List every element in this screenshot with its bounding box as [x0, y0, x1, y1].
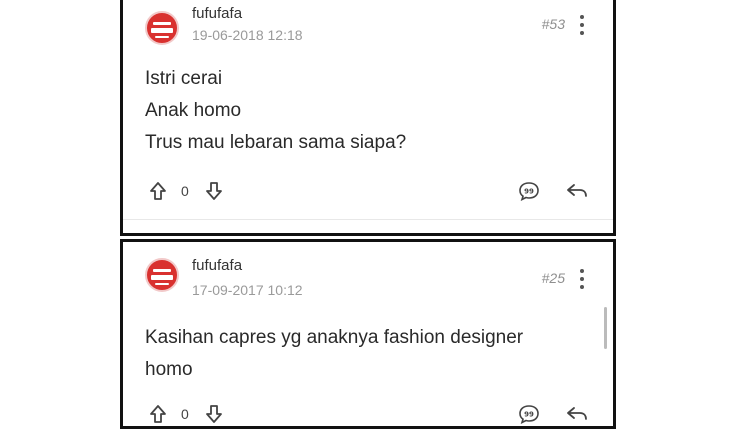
post-timestamp: 19-06-2018 12:18	[192, 27, 303, 43]
post-actions: 0 99	[123, 400, 613, 430]
username[interactable]: fufufafa	[192, 257, 242, 274]
downvote-arrow-icon[interactable]	[205, 404, 223, 424]
downvote-arrow-icon[interactable]	[205, 181, 223, 201]
post-card: fufufafa 19-06-2018 12:18 #53 Istri cera…	[120, 0, 616, 236]
vote-count: 0	[181, 183, 189, 199]
user-avatar[interactable]	[145, 258, 179, 292]
post-card: fufufafa 17-09-2017 10:12 #25 Kasihan ca…	[120, 239, 616, 429]
post-number: #25	[541, 270, 565, 286]
username[interactable]: fufufafa	[192, 5, 242, 22]
quote-icon[interactable]: 99	[518, 181, 540, 201]
post-content: Istri cerai Anak homo Trus mau lebaran s…	[145, 63, 591, 159]
post-timestamp: 17-09-2017 10:12	[192, 282, 303, 298]
more-vertical-icon[interactable]	[579, 15, 585, 35]
post-number: #53	[541, 16, 565, 32]
svg-text:99: 99	[524, 411, 534, 419]
quote-icon[interactable]: 99	[518, 404, 540, 424]
reply-icon[interactable]	[566, 404, 588, 424]
content-line: Istri cerai	[145, 68, 223, 89]
reply-icon[interactable]	[566, 181, 588, 201]
upvote-arrow-icon[interactable]	[149, 181, 167, 201]
post-content: Kasihan capres yg anaknya fashion design…	[145, 322, 591, 386]
scrollbar[interactable]	[604, 307, 607, 349]
user-avatar[interactable]	[145, 11, 179, 45]
divider	[123, 219, 613, 220]
svg-text:99: 99	[524, 188, 534, 196]
content-line: homo	[145, 359, 193, 380]
content-line: Trus mau lebaran sama siapa?	[145, 132, 407, 153]
more-vertical-icon[interactable]	[579, 269, 585, 289]
upvote-arrow-icon[interactable]	[149, 404, 167, 424]
vote-count: 0	[181, 406, 189, 422]
content-line: Kasihan capres yg anaknya fashion design…	[145, 327, 524, 348]
post-actions: 0 99	[123, 177, 613, 207]
content-line: Anak homo	[145, 100, 242, 121]
